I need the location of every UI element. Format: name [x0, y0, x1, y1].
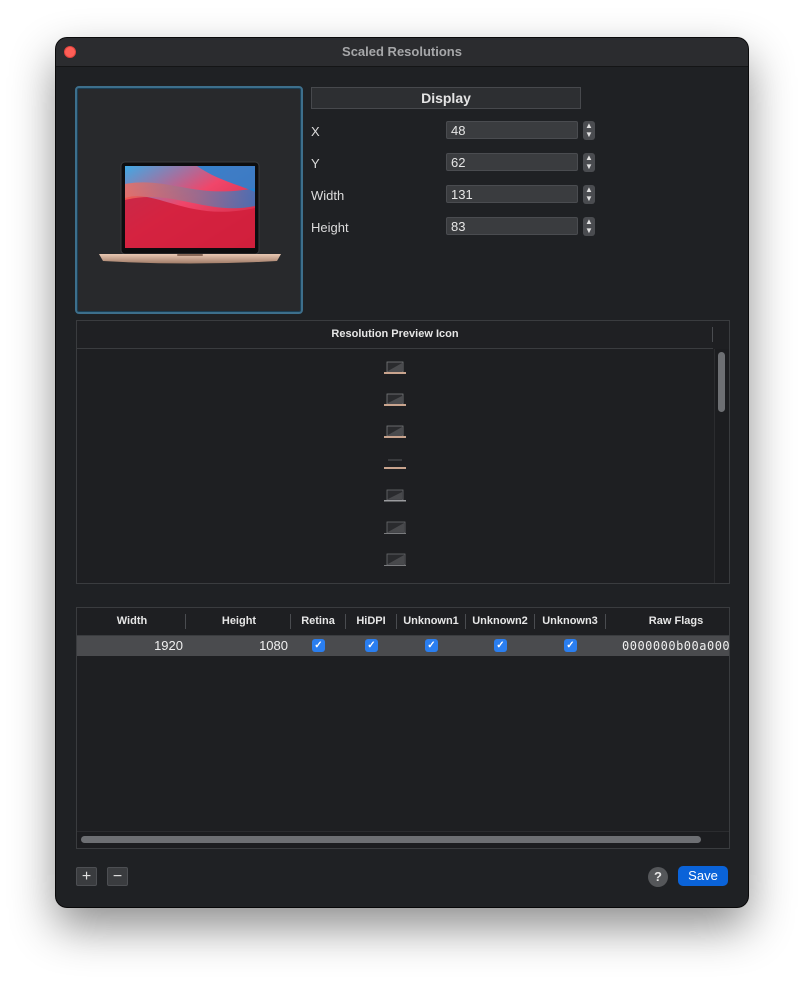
checkmark-icon: ✓	[566, 640, 575, 651]
preview-icon[interactable]	[384, 393, 406, 407]
resolutions-table-header: Width Height Retina HiDPI Unknown1 Unkno…	[77, 608, 729, 636]
remove-resolution-button[interactable]: −	[107, 867, 128, 886]
unknown3-checkbox[interactable]: ✓	[564, 639, 577, 652]
title-bar: Scaled Resolutions	[56, 38, 748, 67]
chevron-up-icon[interactable]: ▲	[585, 185, 593, 194]
checkmark-icon: ✓	[367, 640, 376, 651]
horizontal-scrollbar[interactable]	[77, 831, 729, 848]
preview-icon-table[interactable]: Resolution Preview Icon	[76, 320, 730, 584]
chevron-up-icon[interactable]: ▲	[585, 121, 593, 130]
cell-raw-flags: 0000000b00a000	[622, 639, 730, 653]
question-mark-icon: ?	[654, 869, 662, 884]
scaled-resolutions-window: Scaled Resolutions Display X 48 ▲ ▼ Y 62…	[56, 38, 748, 907]
column-separator	[185, 614, 186, 629]
retina-checkbox[interactable]: ✓	[312, 639, 325, 652]
save-button[interactable]: Save	[678, 866, 728, 886]
horizontal-scrollbar-thumb[interactable]	[81, 836, 701, 843]
x-field[interactable]: 48	[446, 121, 578, 139]
vertical-scrollbar-thumb[interactable]	[718, 352, 725, 412]
y-field[interactable]: 62	[446, 153, 578, 171]
column-header-unknown2[interactable]: Unknown2	[466, 608, 534, 635]
laptop-image	[99, 161, 281, 264]
width-field[interactable]: 131	[446, 185, 578, 203]
column-header-unknown1[interactable]: Unknown1	[397, 608, 465, 635]
column-separator	[712, 327, 713, 342]
window-title: Scaled Resolutions	[342, 44, 462, 59]
preview-icon[interactable]	[384, 553, 406, 567]
unknown1-checkbox[interactable]: ✓	[425, 639, 438, 652]
column-header-height[interactable]: Height	[187, 608, 291, 635]
preview-icon[interactable]	[384, 425, 406, 439]
width-stepper[interactable]: ▲ ▼	[583, 185, 595, 204]
table-row[interactable]: 1920 1080 ✓ ✓ ✓ ✓ ✓ 0000000b00a000	[77, 636, 729, 656]
plus-icon: +	[81, 868, 92, 885]
help-button[interactable]: ?	[648, 867, 668, 887]
minus-icon: −	[112, 868, 123, 885]
preview-icon-header-label: Resolution Preview Icon	[331, 328, 459, 340]
chevron-down-icon[interactable]: ▼	[585, 194, 593, 203]
display-header: Display	[311, 87, 581, 109]
column-header-hidpi[interactable]: HiDPI	[346, 608, 396, 635]
preview-icon[interactable]	[384, 457, 406, 471]
resolutions-table[interactable]: Width Height Retina HiDPI Unknown1 Unkno…	[76, 607, 730, 849]
chevron-down-icon[interactable]: ▼	[585, 130, 593, 139]
y-label: Y	[311, 156, 320, 171]
chevron-down-icon[interactable]: ▼	[585, 226, 593, 235]
preview-icon-column-header[interactable]: Resolution Preview Icon	[77, 321, 713, 349]
column-header-width[interactable]: Width	[77, 608, 187, 635]
column-header-raw-flags[interactable]: Raw Flags	[606, 608, 729, 635]
height-label: Height	[311, 220, 349, 235]
chevron-up-icon[interactable]: ▲	[585, 153, 593, 162]
height-field[interactable]: 83	[446, 217, 578, 235]
column-header-retina[interactable]: Retina	[291, 608, 345, 635]
add-resolution-button[interactable]: +	[76, 867, 97, 886]
vertical-scrollbar[interactable]	[714, 349, 729, 583]
chevron-down-icon[interactable]: ▼	[585, 162, 593, 171]
preview-icon[interactable]	[384, 489, 406, 503]
checkmark-icon: ✓	[427, 640, 436, 651]
preview-icon[interactable]	[384, 361, 406, 375]
checkmark-icon: ✓	[314, 640, 323, 651]
cell-width: 1920	[154, 638, 183, 653]
width-label: Width	[311, 188, 345, 203]
cell-height: 1080	[259, 638, 288, 653]
y-stepper[interactable]: ▲ ▼	[583, 153, 595, 172]
chevron-up-icon[interactable]: ▲	[585, 217, 593, 226]
display-preview-well[interactable]	[75, 86, 303, 314]
column-header-unknown3[interactable]: Unknown3	[535, 608, 605, 635]
height-stepper[interactable]: ▲ ▼	[583, 217, 595, 236]
unknown2-checkbox[interactable]: ✓	[494, 639, 507, 652]
hidpi-checkbox[interactable]: ✓	[365, 639, 378, 652]
checkmark-icon: ✓	[496, 640, 505, 651]
preview-icon[interactable]	[384, 521, 406, 535]
x-label: X	[311, 124, 320, 139]
x-stepper[interactable]: ▲ ▼	[583, 121, 595, 140]
